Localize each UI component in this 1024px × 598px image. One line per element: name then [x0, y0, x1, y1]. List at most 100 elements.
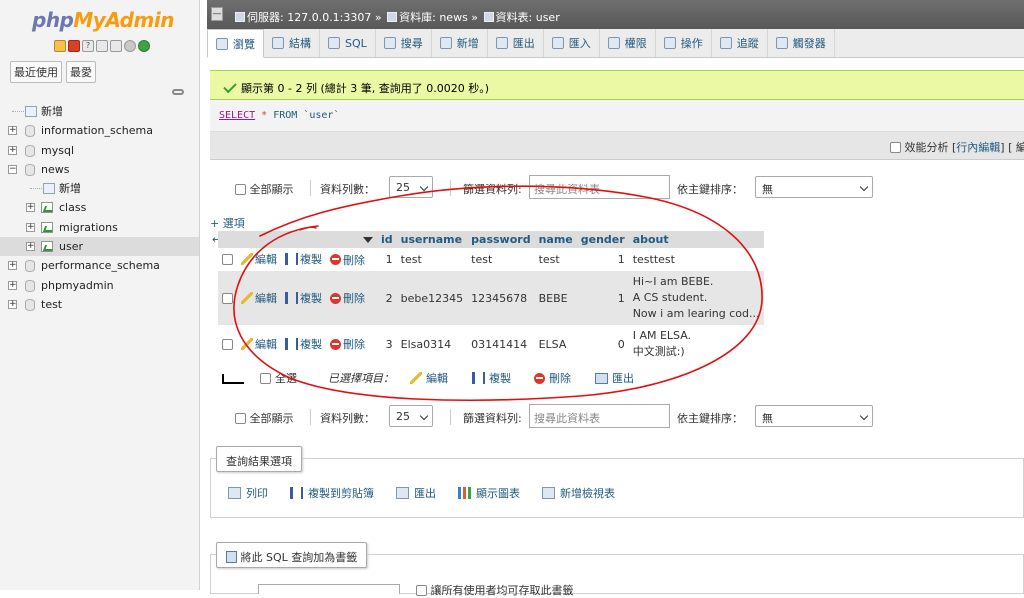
phpmyadmin-logo[interactable]: phpMyAdmin — [32, 8, 174, 32]
row-delete-button[interactable]: 刪除 — [330, 252, 365, 268]
column-header-id[interactable]: id — [377, 231, 397, 248]
filter-input[interactable]: 搜尋此資料表 — [529, 175, 670, 199]
tree-item-db[interactable]: + mysql — [0, 141, 199, 160]
tree-item-label[interactable]: phpmyadmin — [41, 276, 114, 295]
show-all-checkbox-bottom[interactable] — [235, 413, 246, 424]
bulk-copy-button[interactable]: 複製 — [472, 370, 511, 386]
expand-icon[interactable]: + — [8, 280, 17, 290]
tree-item-label[interactable]: performance_schema — [41, 256, 160, 275]
tab-operations[interactable]: 操作 — [656, 29, 712, 57]
tab-export[interactable]: 匯出 — [488, 29, 544, 57]
bulk-export-button[interactable]: 匯出 — [595, 370, 634, 386]
tree-item-db[interactable]: − news — [0, 160, 199, 179]
options-link[interactable]: + 選項 — [210, 215, 245, 231]
tree-item-label[interactable]: 新增 — [59, 179, 81, 198]
tree-item-table[interactable]: + migrations — [0, 218, 199, 237]
cell-password[interactable]: 03141414 — [467, 325, 535, 363]
copy-to-clipboard-button[interactable]: 複製到剪貼簿 — [290, 485, 374, 501]
tree-item-label[interactable]: 新增 — [41, 102, 63, 121]
expand-icon[interactable]: + — [8, 126, 17, 136]
cell-id[interactable]: 3 — [377, 325, 397, 363]
inline-edit-link[interactable]: 行內編輯 — [956, 141, 1000, 154]
bookmark-label-input[interactable] — [258, 584, 400, 594]
row-copy-button[interactable]: 複製 — [285, 251, 322, 267]
expand-icon[interactable]: + — [26, 242, 35, 252]
tab-privileges[interactable]: 權限 — [600, 29, 656, 57]
column-header-password[interactable]: password — [467, 231, 535, 248]
collapse-icon[interactable]: − — [8, 164, 17, 174]
cell-id[interactable]: 2 — [377, 271, 397, 325]
reload-icon[interactable] — [138, 40, 150, 52]
cell-username[interactable]: test — [396, 248, 468, 271]
column-header-username[interactable]: username — [396, 231, 468, 248]
sql-docs-icon[interactable] — [110, 40, 122, 52]
rows-select-bottom[interactable]: 25 — [389, 405, 433, 427]
cell-gender[interactable]: 1 — [576, 271, 629, 325]
sql-keyword-select[interactable]: SELECT — [219, 110, 255, 121]
sort-select-bottom[interactable]: 無 — [755, 405, 873, 427]
cell-about[interactable]: I AM ELSA. 中文測試:) — [628, 325, 764, 363]
select-all-checkbox[interactable] — [260, 372, 271, 384]
tree-item-label[interactable]: user — [59, 237, 83, 256]
docs-icon[interactable] — [96, 40, 108, 52]
row-copy-button[interactable]: 複製 — [285, 290, 322, 306]
expand-icon[interactable]: + — [26, 222, 35, 232]
cell-name[interactable]: BEBE — [534, 271, 577, 325]
breadcrumb-server[interactable]: 伺服器: 127.0.0.1:3307 — [247, 11, 371, 24]
tree-item-db[interactable]: + performance_schema — [0, 256, 199, 275]
column-header-about[interactable]: about — [628, 231, 764, 248]
favorite-tables-button[interactable]: 最愛 — [66, 61, 96, 83]
bulk-edit-button[interactable]: 編輯 — [410, 370, 448, 386]
tree-item-label[interactable]: test — [41, 295, 62, 314]
tree-item-db[interactable]: + test — [0, 295, 199, 314]
tree-item-new[interactable]: 新增 — [0, 102, 199, 121]
row-edit-button[interactable]: 編輯 — [241, 336, 277, 352]
tree-item-new[interactable]: 新增 — [0, 179, 199, 198]
tab-search[interactable]: 搜尋 — [376, 29, 432, 57]
row-checkbox[interactable] — [222, 292, 233, 304]
collapse-nav-icon[interactable]: — — [211, 7, 223, 21]
tab-structure[interactable]: 結構 — [264, 29, 320, 57]
sort-select[interactable]: 無 — [755, 176, 873, 198]
export-button[interactable]: 匯出 — [396, 485, 436, 501]
bulk-delete-button[interactable]: 刪除 — [534, 370, 571, 386]
row-delete-button[interactable]: 刪除 — [330, 336, 365, 352]
tree-item-label[interactable]: mysql — [41, 141, 74, 160]
logout-icon[interactable] — [68, 40, 80, 52]
row-edit-button[interactable]: 編輯 — [241, 290, 277, 306]
tab-sql[interactable]: SQL — [320, 29, 376, 57]
cell-password[interactable]: test — [467, 248, 535, 271]
cell-about[interactable]: testtest — [628, 248, 764, 271]
row-checkbox[interactable] — [222, 338, 233, 350]
link-with-main-icon[interactable] — [172, 89, 184, 95]
help-icon[interactable]: ? — [82, 40, 94, 52]
settings-icon[interactable] — [124, 40, 136, 52]
column-header-name[interactable]: name — [534, 231, 577, 248]
row-checkbox[interactable] — [222, 254, 233, 265]
profiling-checkbox[interactable] — [890, 142, 901, 153]
tree-item-db[interactable]: + phpmyadmin — [0, 276, 199, 295]
tree-item-label[interactable]: class — [59, 198, 86, 217]
cell-username[interactable]: Elsa0314 — [396, 325, 468, 363]
cell-id[interactable]: 1 — [377, 248, 397, 271]
row-delete-button[interactable]: 刪除 — [330, 290, 365, 306]
tree-item-label[interactable]: news — [41, 160, 69, 179]
create-view-button[interactable]: 新增檢視表 — [542, 485, 615, 501]
row-copy-button[interactable]: 複製 — [285, 336, 322, 352]
breadcrumb-database[interactable]: 資料庫: news — [399, 11, 468, 24]
expand-icon[interactable]: + — [8, 299, 17, 309]
breadcrumb-table[interactable]: 資料表: user — [496, 11, 560, 24]
print-button[interactable]: 列印 — [228, 485, 268, 501]
expand-icon[interactable]: + — [8, 261, 17, 271]
home-icon[interactable] — [54, 40, 66, 52]
expand-icon[interactable]: + — [26, 203, 35, 213]
select-all-label[interactable]: 全選 — [275, 370, 297, 386]
bookmark-shared-checkbox[interactable] — [416, 585, 427, 596]
tab-triggers[interactable]: 觸發器 — [768, 29, 835, 57]
tab-tracking[interactable]: 追蹤 — [712, 29, 768, 57]
rows-select[interactable]: 25 — [389, 176, 433, 198]
recent-tables-button[interactable]: 最近使用 — [10, 61, 62, 83]
cell-gender[interactable]: 1 — [576, 248, 629, 271]
display-chart-button[interactable]: 顯示圖表 — [458, 485, 520, 501]
tree-item-table[interactable]: + class — [0, 198, 199, 217]
